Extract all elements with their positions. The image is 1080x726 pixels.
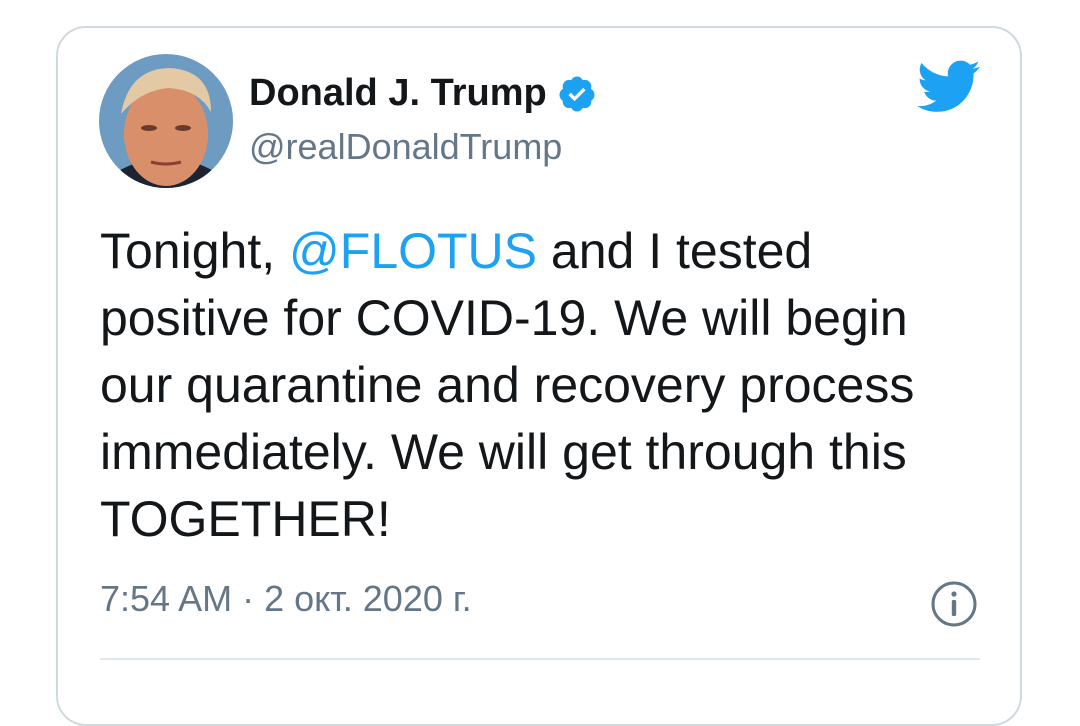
verified-badge-icon [557, 74, 597, 114]
mention-link[interactable]: @FLOTUS [289, 223, 537, 279]
tweet-text-part: Tonight, [100, 223, 290, 279]
tweet-timestamp[interactable]: 7:54 AM · 2 окт. 2020 г. [100, 578, 472, 620]
author-display-name[interactable]: Donald J. Trump [249, 72, 547, 115]
author-name-row[interactable]: Donald J. Trump [249, 72, 597, 115]
twitter-bird-icon[interactable] [917, 60, 981, 114]
tweet-text: Tonight, @FLOTUS and I tested positive f… [100, 218, 980, 553]
author-handle[interactable]: @realDonaldTrump [249, 126, 562, 168]
avatar[interactable] [99, 54, 233, 188]
info-icon[interactable] [930, 580, 978, 628]
divider [100, 658, 980, 660]
